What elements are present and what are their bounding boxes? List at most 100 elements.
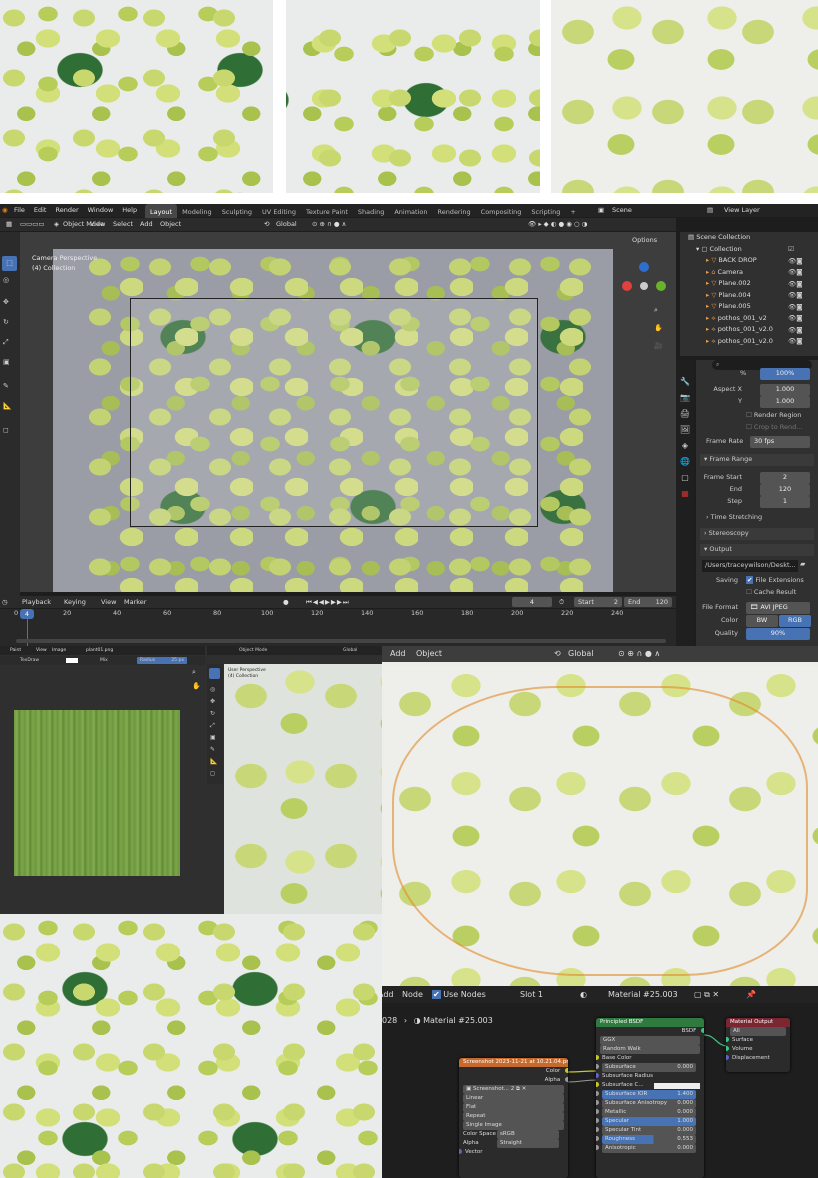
zoom-icon[interactable]: ⌕ (654, 306, 658, 315)
select-box-tool-icon[interactable]: ⬚ (2, 256, 17, 271)
view-layer-name[interactable]: View Layer (724, 204, 760, 217)
gizmo-x-axis[interactable] (622, 281, 632, 291)
gizmo-y-axis[interactable] (656, 281, 666, 291)
image-name-field[interactable]: plant01.png (86, 646, 113, 655)
viewport-menu-object[interactable]: Object (160, 218, 181, 231)
pan-hand-icon[interactable]: ✋ (654, 324, 663, 332)
crop-to-render-checkbox[interactable]: ☐ Crop to Rend... (746, 422, 802, 434)
subsurface-ior-input[interactable]: Subsurface IOR 1.400 (596, 1090, 704, 1099)
image-selector[interactable]: ▣ Screenshot... 2 ⧉ ✕ (459, 1085, 568, 1094)
mini-transform-dropdown[interactable]: Global (343, 646, 357, 655)
add-cube-tool-icon[interactable]: ◻ (3, 426, 9, 434)
select-box-tool-icon[interactable] (209, 668, 220, 679)
view-layer-tab-icon[interactable]: 🖼 (676, 422, 694, 438)
output-panel-header[interactable]: ▾ Output (700, 544, 814, 556)
color-space-row[interactable]: Color Space sRGB (459, 1130, 568, 1139)
file-extensions-checkbox[interactable]: ✔ File Extensions (746, 575, 804, 587)
specular-tint-input[interactable]: Specular Tint 0.000 (596, 1126, 704, 1135)
alpha-mode-row[interactable]: Alpha Straight (459, 1139, 568, 1148)
output-node-title[interactable]: Material Output (726, 1018, 790, 1027)
timeline-area[interactable]: 0 20 40 60 80 100 120 140 160 180 200 22… (0, 609, 676, 646)
paint-menu-image[interactable]: Image (52, 646, 66, 655)
mini-object-mode-dropdown[interactable]: Object Mode (239, 646, 267, 655)
move-tool-icon[interactable]: ✥ (3, 298, 9, 306)
bsdf-node-title[interactable]: Principled BSDF (596, 1018, 704, 1027)
visibility-eye-icons[interactable]: ☑ 👁◙ 👁◙ 👁◙ 👁◙ 👁◙ 👁◙ 👁◙ 👁◙ (788, 244, 816, 348)
mini-viewport-canvas[interactable]: User Perspective (4) Collection (224, 664, 382, 914)
interpolation-dropdown[interactable]: Linear (459, 1094, 568, 1103)
frame-end-field[interactable]: 120 (760, 484, 810, 496)
distribution-dropdown[interactable]: GGX (596, 1036, 704, 1045)
quality-slider[interactable]: 90% (746, 628, 810, 640)
camera-view-icon[interactable]: 🎥 (654, 342, 663, 350)
menu-render[interactable]: Render (55, 204, 78, 217)
texture-tab-icon[interactable]: ▦ (676, 486, 694, 502)
brush-color-swatch[interactable] (66, 658, 78, 663)
roughness-input[interactable]: Roughness 0.553 (596, 1135, 704, 1144)
viewport-options-button[interactable]: Options (632, 236, 657, 244)
timeline-menu-playback[interactable]: Playback (22, 596, 51, 608)
frame-rate-dropdown[interactable]: 30 fps (750, 436, 810, 448)
radius-field[interactable]: Radius 25 px (137, 657, 187, 664)
stopwatch-icon[interactable]: ⏱ (559, 596, 564, 608)
transform-tool-icon[interactable]: ▣ (3, 358, 10, 366)
timeline-menu-keying[interactable]: Keying (64, 596, 86, 608)
timeline-menu-view[interactable]: View (101, 596, 116, 608)
color-bw-button[interactable]: BW (746, 615, 778, 627)
blender-logo-icon[interactable]: ◉ (2, 204, 8, 217)
editor-type-icon[interactable]: ▦ (6, 218, 12, 231)
time-stretching-subpanel[interactable]: › Time Stretching (706, 512, 762, 524)
pivot-snap-icons[interactable]: ⊙ ⊕ ∩ ● ∧ (312, 218, 346, 231)
overlay-shading-icons[interactable]: 👁 ▸ ◆ ◐ ● ◉ ○ ◑ (528, 218, 587, 231)
timeline-ruler[interactable]: 0 20 40 60 80 100 120 140 160 180 200 22… (0, 609, 676, 621)
viewport-menu-view[interactable]: View (90, 218, 105, 231)
viewport-menu-add[interactable]: Add (140, 218, 153, 231)
frame-step-field[interactable]: 1 (760, 496, 810, 508)
paint-menu-paint[interactable]: Paint (10, 646, 21, 655)
aspect-y-field[interactable]: 1.000 (760, 396, 810, 408)
scale-tool-icon[interactable]: ⤢ (3, 338, 9, 347)
source-dropdown[interactable]: Single Image (459, 1121, 568, 1130)
gizmo-z-axis[interactable] (639, 262, 649, 272)
pan-hand-icon[interactable]: ✋ (192, 682, 201, 690)
render-region-checkbox[interactable]: ☐ Render Region (746, 410, 801, 422)
extension-dropdown[interactable]: Repeat (459, 1112, 568, 1121)
zoom-icon[interactable]: ⌕ (192, 668, 196, 677)
menu-window[interactable]: Window (88, 204, 114, 217)
render-tab-icon[interactable]: 📷 (676, 390, 694, 406)
timeline-scrollbar[interactable] (16, 639, 666, 643)
scene-tab-icon[interactable]: ◈ (676, 438, 694, 454)
stereoscopy-panel-header[interactable]: › Stereoscopy (700, 528, 814, 540)
big-transform-dropdown[interactable]: Global (568, 646, 594, 662)
subsurface-color-input[interactable]: Subsurface C... (596, 1081, 704, 1090)
outliner-scene-collection[interactable]: ▤ Scene Collection (680, 232, 818, 244)
record-button[interactable]: ● (283, 596, 289, 608)
pivot-snap-icons[interactable]: ⊙ ⊕ ∩ ● ∧ (618, 646, 660, 662)
file-format-dropdown[interactable]: 🎞 AVI JPEG (746, 602, 810, 614)
texture-image-canvas[interactable] (14, 710, 180, 876)
projection-dropdown[interactable]: Flat (459, 1103, 568, 1112)
output-path-field[interactable]: /Users/traceywilson/Deskt... (702, 560, 798, 572)
paint-menu-view[interactable]: View (36, 646, 47, 655)
menu-help[interactable]: Help (122, 204, 137, 217)
aspect-x-field[interactable]: 1.000 (760, 384, 810, 396)
world-tab-icon[interactable]: 🌐 (676, 454, 694, 470)
scene-name[interactable]: Scene (612, 204, 632, 217)
frame-range-panel-header[interactable]: ▾ Frame Range (700, 454, 814, 466)
specular-input[interactable]: Specular 1.000 (596, 1117, 704, 1126)
big-viewport[interactable]: Add Object ⟲ Global ⊙ ⊕ ∩ ● ∧ (382, 646, 818, 986)
subsurface-method-dropdown[interactable]: Random Walk (596, 1045, 704, 1054)
image-node-title[interactable]: Screenshot 2023-11-21 at 10.21.04.png (459, 1058, 568, 1067)
timeline-menu-marker[interactable]: Marker (124, 596, 146, 608)
folder-icon[interactable]: ▰ (800, 560, 805, 568)
timeline-end-field[interactable]: End 120 (624, 597, 672, 607)
playback-controls[interactable]: ⏮◀◀▶▶▶⏭ (306, 596, 350, 608)
big-viewport-menu-object[interactable]: Object (416, 646, 442, 662)
cache-result-checkbox[interactable]: ☐ Cache Result (746, 587, 796, 599)
output-target-dropdown[interactable]: All (726, 1027, 790, 1036)
color-rgb-button[interactable]: RGB (779, 615, 811, 627)
transform-tool-icons[interactable]: ◎ ✥ ↻ ⤢ ▣ ✎ 📐 ◻ (210, 684, 217, 780)
view-layer-icon[interactable]: ▤ (707, 204, 713, 217)
transform-orientation-dropdown[interactable]: Global (276, 218, 297, 231)
3d-viewport[interactable]: Camera Perspective (4) Collection Option… (20, 232, 676, 592)
